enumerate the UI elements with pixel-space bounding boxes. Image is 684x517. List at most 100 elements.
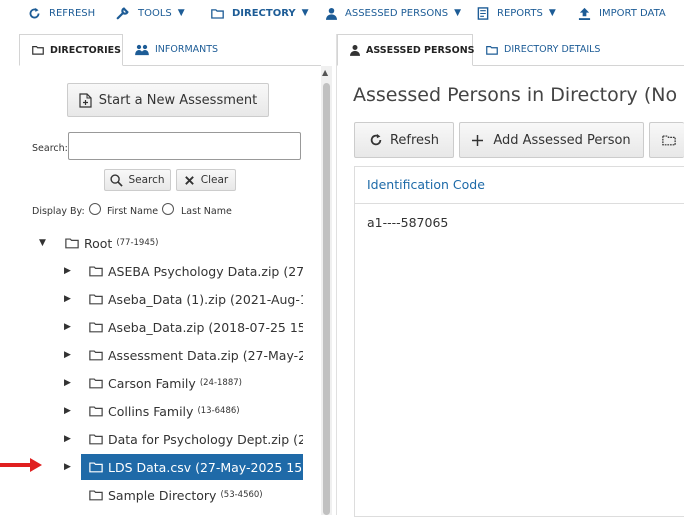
last-name-radio[interactable] xyxy=(162,203,174,215)
tree-item-root[interactable]: Root (77-1945) xyxy=(65,232,315,254)
folder-icon xyxy=(89,349,103,361)
red-arrow-icon xyxy=(0,458,42,472)
expand-caret-icon[interactable]: ▶ xyxy=(64,322,71,332)
refresh-menu[interactable]: REFRESH xyxy=(28,0,95,26)
add-assessed-person-button[interactable]: Add Assessed Person xyxy=(459,122,644,158)
caret-down-icon: ▼ xyxy=(177,8,185,18)
folder-icon xyxy=(89,293,103,305)
tree-item-name: Sample Directory xyxy=(108,487,217,503)
last-name-label: Last Name xyxy=(181,206,232,217)
expand-caret-icon[interactable]: ▶ xyxy=(64,406,71,416)
new-document-icon xyxy=(79,92,92,108)
tree-item-count: (24-1887) xyxy=(199,378,242,388)
tree-item-selected[interactable]: LDS Data.csv (27-May-2025 15: xyxy=(81,454,303,480)
assessed-persons-menu[interactable]: ASSESSED PERSONS ▼ xyxy=(326,0,461,26)
tab-informants-label: INFORMANTS xyxy=(155,44,219,55)
collapse-caret-icon[interactable]: ▼ xyxy=(39,238,46,248)
search-input[interactable] xyxy=(68,132,301,160)
tools-menu[interactable]: TOOLS ▼ xyxy=(116,0,185,26)
tree-item[interactable]: Sample Directory (53-4560) xyxy=(89,484,303,506)
tree-item-count: (53-4560) xyxy=(220,490,263,500)
tree-item-name: ASEBA Psychology Data.zip (27- xyxy=(108,263,303,279)
reports-menu[interactable]: REPORTS ▼ xyxy=(477,0,556,26)
expand-caret-icon[interactable]: ▶ xyxy=(64,462,71,472)
scroll-up-icon[interactable]: ▲ xyxy=(322,68,328,77)
tree-item[interactable]: Aseba_Data.zip (2018-07-25 15 xyxy=(89,316,303,338)
tab-directories-label: DIRECTORIES xyxy=(50,44,121,56)
directory-menu-label: DIRECTORY xyxy=(232,7,296,19)
tools-menu-label: TOOLS xyxy=(138,7,172,19)
tree-item[interactable]: Collins Family (13-6486) xyxy=(89,400,303,422)
expand-caret-icon[interactable]: ▶ xyxy=(64,378,71,388)
clear-button-label: Clear xyxy=(200,174,229,186)
folder-icon xyxy=(486,45,498,55)
person-icon xyxy=(326,7,337,20)
refresh-menu-label: REFRESH xyxy=(49,7,96,19)
display-by-label: Display By: xyxy=(32,206,85,217)
tree-item[interactable]: Data for Psychology Dept.zip (2 xyxy=(89,428,303,450)
close-icon xyxy=(184,175,195,186)
tree-item-name: Root xyxy=(84,235,113,251)
add-assessed-person-label: Add Assessed Person xyxy=(493,132,631,148)
search-button[interactable]: Search xyxy=(104,169,171,191)
folder-icon xyxy=(89,377,103,389)
tab-informants[interactable]: INFORMANTS xyxy=(123,34,230,65)
tree-item[interactable]: ASEBA Psychology Data.zip (27- xyxy=(89,260,303,282)
upload-icon xyxy=(578,7,591,20)
report-icon xyxy=(477,6,489,20)
expand-caret-icon[interactable]: ▶ xyxy=(64,350,71,360)
tab-directory-details-label: DIRECTORY DETAILS xyxy=(504,44,601,55)
start-new-assessment-button[interactable]: Start a New Assessment xyxy=(67,83,269,117)
expand-caret-icon[interactable]: ▶ xyxy=(64,434,71,444)
first-name-radio[interactable] xyxy=(89,203,101,215)
folder-icon xyxy=(89,405,103,417)
panel-divider xyxy=(336,34,337,515)
search-button-label: Search xyxy=(128,174,165,186)
directory-menu[interactable]: DIRECTORY ▼ xyxy=(211,0,309,26)
grid-header: Identification Code xyxy=(355,167,684,204)
reports-menu-label: REPORTS xyxy=(497,7,543,19)
folder-icon xyxy=(89,489,103,501)
refresh-icon xyxy=(28,7,41,20)
tree-item-name: Collins Family xyxy=(108,403,194,419)
assessed-persons-menu-label: ASSESSED PERSONS xyxy=(345,7,449,19)
folder-icon xyxy=(32,45,44,55)
refresh-button[interactable]: Refresh xyxy=(354,122,454,158)
assessed-persons-grid: Identification Code a1----587065 xyxy=(354,166,684,517)
search-label: Search: xyxy=(32,143,68,154)
folder-icon xyxy=(89,265,103,277)
folder-icon xyxy=(65,237,79,249)
scroll-thumb[interactable] xyxy=(323,83,330,515)
tab-assessed-persons[interactable]: ASSESSED PERSONS xyxy=(337,34,475,66)
tree-item-name: Assessment Data.zip (27-May-2 xyxy=(108,347,303,363)
caret-down-icon: ▼ xyxy=(454,8,462,18)
tree-item-name: Aseba_Data (1).zip (2021-Aug-1 xyxy=(108,291,303,307)
move-to-folder-button[interactable] xyxy=(649,122,684,158)
tree-item-name: Data for Psychology Dept.zip (2 xyxy=(108,431,303,447)
expand-caret-icon[interactable]: ▶ xyxy=(64,266,71,276)
refresh-button-label: Refresh xyxy=(389,132,440,148)
import-data-menu[interactable]: IMPORT DATA xyxy=(578,0,666,26)
tree-item-name: Aseba_Data.zip (2018-07-25 15 xyxy=(108,319,303,335)
tree-scrollbar[interactable]: ▲ xyxy=(321,66,332,515)
clear-button[interactable]: Clear xyxy=(176,169,236,191)
folder-icon xyxy=(89,321,103,333)
tree-item[interactable]: Assessment Data.zip (27-May-2 xyxy=(89,344,303,366)
column-header-identification-code[interactable]: Identification Code xyxy=(367,177,485,192)
expand-caret-icon[interactable]: ▶ xyxy=(64,294,71,304)
tab-assessed-persons-label: ASSESSED PERSONS xyxy=(366,44,475,56)
tree-item[interactable]: Aseba_Data (1).zip (2021-Aug-1 xyxy=(89,288,303,310)
right-tab-strip: ASSESSED PERSONS DIRECTORY DETAILS xyxy=(337,34,684,66)
folder-icon xyxy=(89,461,103,473)
folder-icon xyxy=(211,8,224,19)
tree-item-name: Carson Family xyxy=(108,375,196,391)
search-icon xyxy=(110,173,124,187)
tree-item[interactable]: Carson Family (24-1887) xyxy=(89,372,303,394)
top-menu-bar: REFRESH TOOLS ▼ DIRECTORY ▼ ASSESSED PER… xyxy=(0,0,684,26)
plus-icon xyxy=(472,134,484,146)
table-row[interactable]: a1----587065 xyxy=(367,215,448,230)
tab-directories[interactable]: DIRECTORIES xyxy=(19,34,123,66)
tab-directory-details[interactable]: DIRECTORY DETAILS xyxy=(474,34,612,65)
import-data-menu-label: IMPORT DATA xyxy=(599,7,666,19)
tree-item-count: (13-6486) xyxy=(197,406,240,416)
